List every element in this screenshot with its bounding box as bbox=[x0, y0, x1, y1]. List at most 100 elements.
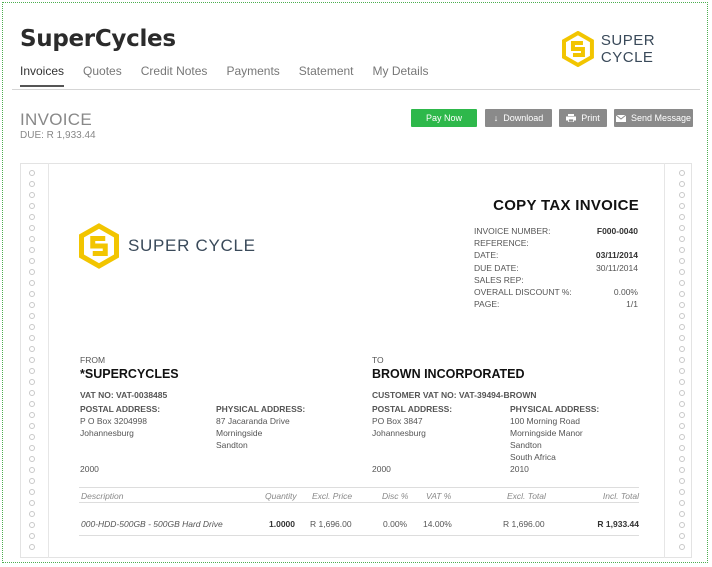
perforation-line-right bbox=[664, 163, 665, 558]
address-line: 2000 bbox=[372, 464, 391, 474]
meta-label: OVERALL DISCOUNT %: bbox=[474, 286, 572, 297]
from-postal-address: P O Box 3204998 Johannesburg 2000 bbox=[80, 415, 147, 475]
meta-label: INVOICE NUMBER: bbox=[474, 226, 551, 236]
meta-row: OVERALL DISCOUNT %: 0.00% bbox=[474, 287, 638, 299]
cell-incl-total: R 1,933.44 bbox=[597, 519, 639, 529]
tab-invoices[interactable]: Invoices bbox=[20, 64, 65, 87]
meta-row: DUE DATE: 30/11/2014 bbox=[474, 263, 638, 275]
download-button[interactable]: ↓ Download bbox=[485, 109, 552, 127]
cell-vat: 14.00% bbox=[423, 519, 452, 529]
pay-now-button[interactable]: Pay Now bbox=[411, 109, 477, 127]
perforation-hole bbox=[29, 511, 35, 517]
cell-description: 000-HDD-500GB - 500GB Hard Drive bbox=[81, 519, 223, 529]
meta-row: REFERENCE: bbox=[474, 238, 638, 250]
perforation-hole bbox=[679, 225, 685, 231]
to-postal-label: POSTAL ADDRESS: bbox=[372, 404, 453, 414]
column-header-disc: Disc % bbox=[382, 491, 409, 501]
address-line: Morningside bbox=[216, 428, 263, 438]
perforation-hole bbox=[29, 412, 35, 418]
perforation-hole bbox=[29, 478, 35, 484]
main-nav: Invoices Quotes Credit Notes Payments St… bbox=[20, 64, 448, 87]
perforation-hole bbox=[679, 269, 685, 275]
perforation-hole bbox=[679, 203, 685, 209]
column-header-excl-total: Excl. Total bbox=[507, 491, 546, 501]
envelope-icon bbox=[615, 114, 626, 122]
due-amount: DUE: R 1,933.44 bbox=[20, 130, 96, 141]
perforation-hole bbox=[679, 357, 685, 363]
address-line: Sandton bbox=[216, 440, 248, 450]
perforation-hole bbox=[29, 225, 35, 231]
perforation-hole bbox=[679, 511, 685, 517]
perforation-hole bbox=[29, 269, 35, 275]
download-icon: ↓ bbox=[493, 113, 499, 123]
meta-row: PAGE: 1/1 bbox=[474, 299, 638, 311]
perforation-line-left bbox=[48, 163, 49, 558]
perforation-hole bbox=[679, 478, 685, 484]
meta-label: PAGE: bbox=[474, 299, 500, 310]
perforation-hole bbox=[29, 456, 35, 462]
perforation-hole bbox=[29, 368, 35, 374]
address-line: Johannesburg bbox=[372, 428, 426, 438]
perforation-hole bbox=[29, 291, 35, 297]
perforation-hole bbox=[679, 467, 685, 473]
from-postal-label: POSTAL ADDRESS: bbox=[80, 404, 161, 414]
brand-title: SuperCycles bbox=[20, 26, 176, 52]
perforation-hole bbox=[679, 324, 685, 330]
page-title: INVOICE bbox=[20, 110, 93, 129]
perforation-hole bbox=[679, 445, 685, 451]
tab-my-details[interactable]: My Details bbox=[373, 64, 429, 87]
column-header-quantity: Quantity bbox=[265, 491, 297, 501]
perforation-hole bbox=[29, 533, 35, 539]
perforation-hole bbox=[29, 467, 35, 473]
perforation-hole bbox=[29, 379, 35, 385]
tab-quotes[interactable]: Quotes bbox=[83, 64, 122, 87]
pay-now-label: Pay Now bbox=[425, 113, 462, 123]
print-button[interactable]: Print bbox=[559, 109, 607, 127]
perforation-hole bbox=[29, 445, 35, 451]
tab-payments[interactable]: Payments bbox=[226, 64, 279, 87]
perforation-hole bbox=[679, 192, 685, 198]
perforation-hole bbox=[29, 302, 35, 308]
perforation-hole bbox=[29, 390, 35, 396]
invoice-logo: SUPER CYCLE bbox=[79, 223, 256, 269]
address-line: Johannesburg bbox=[80, 428, 134, 438]
perforation-hole bbox=[29, 192, 35, 198]
perforation-hole bbox=[29, 423, 35, 429]
perforation-hole bbox=[29, 258, 35, 264]
download-label: Download bbox=[503, 113, 544, 123]
tab-statement[interactable]: Statement bbox=[299, 64, 354, 87]
meta-label: SALES REP: bbox=[474, 274, 524, 285]
from-physical-label: PHYSICAL ADDRESS: bbox=[216, 404, 306, 414]
perforation-hole bbox=[29, 214, 35, 220]
invoice-meta: INVOICE NUMBER: F000-0040 REFERENCE: DATE… bbox=[474, 226, 638, 311]
cell-excl-price: R 1,696.00 bbox=[310, 519, 352, 529]
address-line: 100 Morning Road bbox=[510, 416, 580, 426]
company-logo: SUPER CYCLE bbox=[562, 31, 712, 67]
logo-text: SUPER CYCLE bbox=[600, 32, 656, 66]
nav-divider bbox=[12, 89, 700, 90]
perforation-hole bbox=[679, 390, 685, 396]
perforation-hole bbox=[679, 170, 685, 176]
address-line: PO Box 3847 bbox=[372, 416, 423, 426]
perforation-hole bbox=[29, 280, 35, 286]
meta-row: SALES REP: bbox=[474, 275, 638, 287]
perforation-hole bbox=[679, 181, 685, 187]
send-message-button[interactable]: Send Message bbox=[614, 109, 693, 127]
perforation-hole bbox=[29, 335, 35, 341]
meta-row: DATE: 03/11/2014 bbox=[474, 250, 638, 262]
print-label: Print bbox=[581, 113, 600, 123]
perforation-hole bbox=[29, 247, 35, 253]
to-vat: CUSTOMER VAT NO: VAT-39494-BROWN bbox=[372, 390, 537, 400]
tab-credit-notes[interactable]: Credit Notes bbox=[141, 64, 208, 87]
to-postal-address: PO Box 3847 Johannesburg 2000 bbox=[372, 415, 426, 475]
perforation-hole bbox=[29, 181, 35, 187]
invoice-logo-text: SUPER CYCLE bbox=[128, 236, 256, 255]
from-vat: VAT NO: VAT-0038485 bbox=[80, 390, 168, 400]
perforation-hole bbox=[29, 522, 35, 528]
hexagon-s-icon bbox=[562, 31, 594, 67]
printer-icon bbox=[566, 114, 577, 122]
send-message-label: Send Message bbox=[630, 113, 692, 123]
perforation-hole bbox=[679, 247, 685, 253]
from-physical-address: 87 Jacaranda Drive Morningside Sandton bbox=[216, 415, 290, 451]
to-physical-label: PHYSICAL ADDRESS: bbox=[510, 404, 600, 414]
